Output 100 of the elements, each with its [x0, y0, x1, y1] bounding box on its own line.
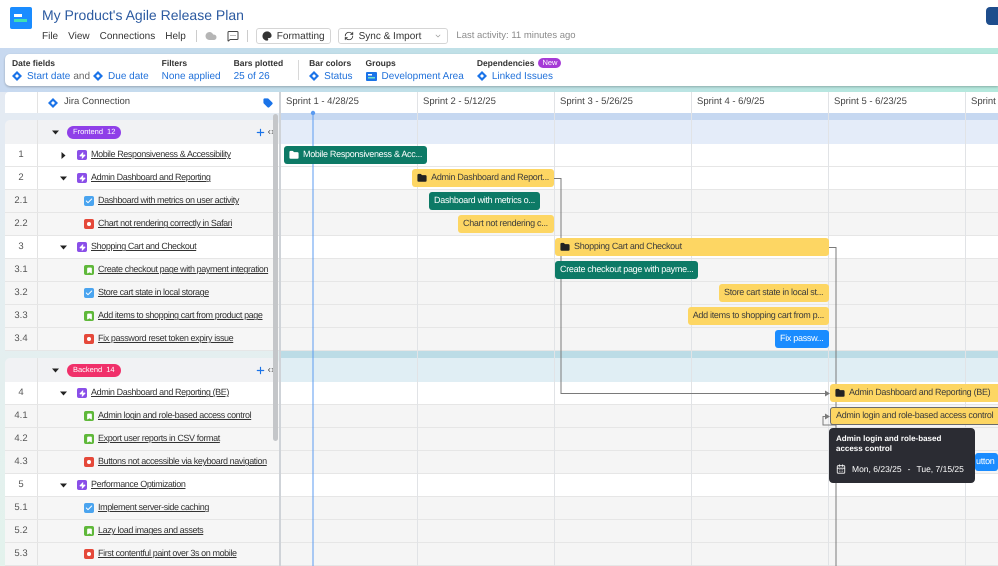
sprint-header: Sprint 1 - 4/28/25	[286, 95, 359, 110]
setting-label: Groups	[366, 56, 396, 70]
setting-text: and	[73, 70, 90, 84]
menu-item[interactable]: View	[68, 28, 90, 44]
table-row[interactable]: 3.2 Store cart state in local storage	[5, 282, 279, 305]
table-row[interactable]: 3.3 Add items to shopping cart from product page	[5, 305, 279, 328]
diamond-icon	[476, 71, 487, 81]
collapse-icon[interactable]	[267, 128, 275, 136]
table-row[interactable]: 2.2 Chart not rendering correctly in Safari	[5, 213, 279, 236]
row-number: 4	[17, 386, 25, 400]
setting-label: Bar colors	[309, 56, 352, 70]
issue-link[interactable]: First contentful paint over 3s on mobile	[98, 547, 237, 561]
comment-icon[interactable]	[226, 30, 239, 42]
issue-link[interactable]: Lazy load images and assets	[98, 524, 204, 538]
setting-link[interactable]: Due date	[108, 68, 149, 84]
formatting-button[interactable]: Formatting	[256, 28, 331, 44]
issue-link[interactable]: Add items to shopping cart from product page	[98, 309, 263, 323]
table-row[interactable]: 4.2 Export user reports in CSV format	[5, 428, 279, 451]
gantt-bar[interactable]: Mobile Responsiveness & Acc...	[284, 146, 428, 164]
gantt-bar[interactable]: Dashboard with metrics o...	[429, 192, 540, 210]
collapse-icon[interactable]	[267, 366, 275, 374]
issue-link[interactable]: Implement server-side caching	[98, 501, 209, 515]
row-number: 5	[17, 478, 25, 492]
gantt-bar[interactable]: Shopping Cart and Checkout	[555, 238, 829, 256]
folder-icon	[289, 150, 299, 160]
app-logo[interactable]	[10, 7, 32, 29]
row-number: 5.1	[13, 500, 29, 515]
row-number: 3.4	[13, 332, 29, 346]
row-number: 5.3	[13, 546, 29, 561]
table-row[interactable]: 4.1 Admin login and role-based access control	[5, 405, 279, 428]
gantt-bar[interactable]: Admin Dashboard and Reporting (BE)	[830, 384, 998, 402]
gantt-bar[interactable]: Store cart state in local st...	[719, 284, 829, 302]
plan-title: My Product's Agile Release Plan	[42, 6, 245, 24]
issue-link[interactable]: Chart not rendering correctly in Safari	[98, 217, 232, 231]
sprint-header: Sprint 4 - 6/9/25	[697, 95, 765, 110]
add-icon[interactable]	[255, 364, 266, 376]
setting-link[interactable]: Development Area	[382, 68, 464, 84]
table-row[interactable]: 4.3 Buttons not accessible via keyboard navigation	[5, 451, 279, 474]
menu-item[interactable]: Help	[165, 28, 186, 44]
table-row[interactable]: 5.1 Implement server-side caching	[5, 497, 279, 520]
issue-link[interactable]: Buttons not accessible via keyboard navigation	[98, 455, 267, 469]
issue-link[interactable]: Admin login and role-based access control	[98, 409, 252, 423]
setting-link[interactable]: Linked Issues	[492, 68, 553, 84]
setting-label: Bars plotted	[234, 56, 284, 70]
issue-link[interactable]: Store cart state in local storage	[98, 286, 209, 300]
setting-link[interactable]: None applied	[162, 68, 221, 84]
caret-icon[interactable]	[60, 482, 67, 488]
issue-link[interactable]: Admin Dashboard and Reporting (BE)	[91, 386, 229, 400]
palette-icon	[262, 31, 272, 41]
issue-link[interactable]: Admin Dashboard and Reporting	[91, 171, 210, 185]
gantt-bar[interactable]: Admin login and role-based access control	[830, 407, 998, 425]
gantt-bar[interactable]: Chart not rendering c...	[458, 215, 554, 233]
add-icon[interactable]	[255, 126, 266, 138]
table-row[interactable]: 5 Performance Optimization	[5, 474, 279, 497]
table-row[interactable]: 3.1 Create checkout page with payment integration	[5, 259, 279, 282]
row-number: 5.2	[13, 524, 29, 538]
gantt-bar[interactable]: Admin Dashboard and Report...	[412, 169, 554, 187]
table-row[interactable]: 2.1 Dashboard with metrics on user activity	[5, 190, 279, 213]
sprint-header: Sprint 2 - 5/12/25	[423, 95, 496, 110]
setting-link[interactable]: Status	[324, 68, 353, 84]
caret-icon[interactable]	[60, 152, 67, 158]
date-separator: -	[908, 463, 910, 476]
last-activity-text: Last activity: 11 minutes ago	[456, 28, 576, 43]
row-number: 3	[17, 240, 25, 254]
caret-icon[interactable]	[60, 390, 67, 396]
issue-link[interactable]: Fix password reset token expiry issue	[98, 332, 234, 346]
row-number: 2.1	[13, 194, 29, 208]
setting-link[interactable]: 25 of 26	[234, 68, 270, 84]
row-number: 3.1	[13, 262, 29, 277]
gantt-bar[interactable]: Create checkout page with payme...	[555, 261, 698, 279]
tag-icon[interactable]	[263, 98, 273, 108]
issue-link[interactable]: Mobile Responsiveness & Accessibility	[91, 148, 231, 162]
setting-link[interactable]: Start date	[27, 68, 70, 84]
menu-item[interactable]: File	[42, 28, 58, 44]
issue-link[interactable]: Performance Optimization	[91, 478, 186, 492]
table-row[interactable]: 5.3 First contentful paint over 3s on mobile	[5, 543, 279, 566]
folder-icon	[560, 242, 570, 252]
table-row[interactable]: 1 Mobile Responsiveness & Accessibility	[5, 144, 279, 167]
menu-item[interactable]: Connections	[100, 28, 156, 44]
issue-link[interactable]: Shopping Cart and Checkout	[91, 240, 196, 254]
row-number: 3.2	[13, 286, 29, 300]
table-row[interactable]: 5.2 Lazy load images and assets	[5, 520, 279, 543]
issue-link[interactable]: Export user reports in CSV format	[98, 432, 220, 446]
scrollbar[interactable]	[273, 114, 278, 441]
table-row[interactable]: 3.4 Fix password reset token expiry issue	[5, 328, 279, 351]
row-number: 4.1	[13, 408, 29, 423]
caret-icon[interactable]	[60, 244, 67, 250]
table-row[interactable]: 4 Admin Dashboard and Reporting (BE)	[5, 382, 279, 405]
issue-link[interactable]: Create checkout page with payment integration	[98, 263, 268, 277]
sync-import-button[interactable]: Sync & Import	[338, 28, 448, 44]
table-row[interactable]: 3 Shopping Cart and Checkout	[5, 236, 279, 259]
issue-link[interactable]: Dashboard with metrics on user activity	[98, 194, 239, 208]
caret-icon[interactable]	[52, 366, 59, 374]
row-number: 3.3	[13, 308, 29, 323]
table-row[interactable]: 2 Admin Dashboard and Reporting	[5, 167, 279, 190]
setting-label: Date fields	[12, 56, 55, 70]
gantt-bar[interactable]: Add items to shopping cart from p...	[688, 307, 829, 325]
diamond-icon	[48, 98, 58, 108]
caret-icon[interactable]	[52, 128, 59, 136]
caret-icon[interactable]	[60, 174, 67, 182]
